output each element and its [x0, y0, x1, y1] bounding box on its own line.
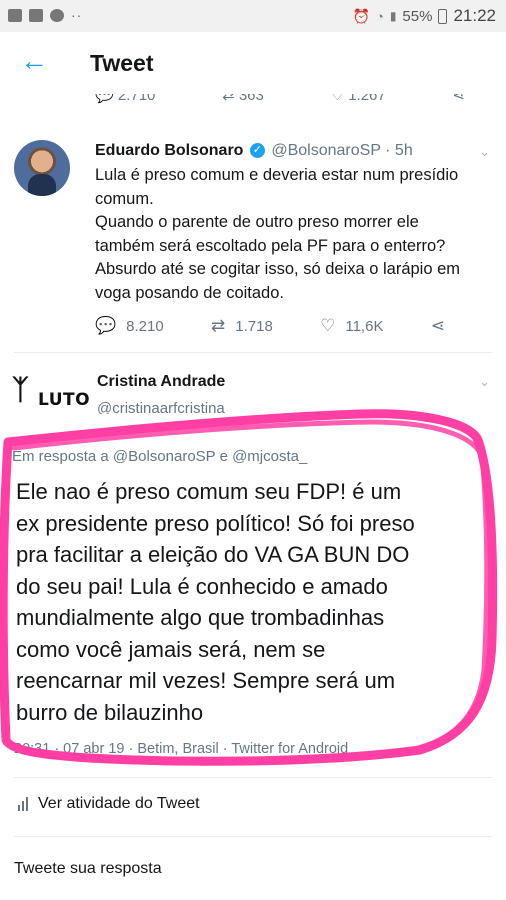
divider: [14, 352, 492, 353]
whatsapp-icon: [50, 8, 64, 22]
tweet-text-line: Ele nao é preso comum seu FDP! é um: [16, 479, 402, 504]
previous-share-icon[interactable]: ⋖: [452, 94, 465, 108]
retweet-button[interactable]: ⇄ 1.718: [211, 316, 273, 336]
status-system-icons: ⏰ ◔ ▮ 55% 21:22: [353, 6, 496, 26]
heart-icon: ♡: [320, 316, 336, 335]
author-name[interactable]: Cristina Andrade: [97, 373, 225, 391]
previous-like-count-value: 1.267: [348, 94, 386, 104]
battery-percent: 55%: [402, 7, 433, 25]
tweet-text-line: mundialmente algo que trombadinhas: [16, 605, 385, 630]
previous-tweet-actions: 💬 2.710 ⇄ 363 ♡ 1.267 ⋖: [95, 94, 465, 108]
tweet-text-line: Quando o parente de outro preso morrer e…: [95, 213, 419, 231]
alarm-icon: ⏰: [352, 7, 370, 24]
app-header: ← Tweet: [0, 32, 506, 96]
previous-like-count[interactable]: ♡ 1.267: [331, 94, 386, 108]
status-bar: ·· ⏰ ◔ ▮ 55% 21:22: [0, 0, 506, 32]
reply-context: Em resposta a @BolsonaroSP e @mjcosta_: [12, 448, 307, 465]
tweet-meta: 20:31 · 07 abr 19 · Betim, Brasil · Twit…: [14, 741, 349, 757]
reply-button[interactable]: 💬 8.210: [95, 316, 164, 336]
reply-mentions[interactable]: @BolsonaroSP e @mjcosta_: [113, 448, 307, 465]
status-notification-icons: ··: [8, 7, 82, 23]
reply-count: 8.210: [126, 317, 164, 335]
tweet-header: Eduardo Bolsonaro ✓ @BolsonaroSP · 5h: [95, 142, 413, 160]
tweet-text-line: reencarnar mil vezes! Sempre será um: [16, 668, 396, 693]
wifi-icon: ◔: [375, 8, 384, 24]
view-activity-button[interactable]: Ver atividade do Tweet: [18, 795, 200, 813]
more-notifications-icon: ··: [71, 7, 83, 23]
author-handle-time: @BolsonaroSP · 5h: [271, 142, 413, 159]
avatar[interactable]: ᛉ LUTO: [10, 368, 90, 432]
tweet-text-line: comum.: [95, 189, 154, 208]
tweet-text-line: também será escoltado pela PF para o ent…: [95, 236, 446, 255]
tweet-text-line: burro de bilauzinho: [16, 699, 204, 725]
tweet-text-line: pra facilitar a eleição do VA GA BUN DO: [16, 542, 410, 567]
tweet-text: Lula é preso comum e deveria estar num p…: [95, 164, 495, 305]
tweet-text-line: Absurdo até se cogitar isso, só deixa o …: [95, 260, 461, 278]
tweet-text-line: como você jamais será, nem se: [16, 636, 326, 662]
previous-reply-count-value: 2.710: [117, 94, 156, 104]
like-count: 11,6K: [345, 317, 384, 335]
reply-tweet[interactable]: ᛉ LUTO Cristina Andrade @cristinaarfcris…: [0, 360, 506, 780]
reply-compose-field[interactable]: Tweete sua resposta: [14, 860, 162, 878]
previous-reply-count[interactable]: 💬 2.710: [95, 94, 155, 108]
battery-icon: [438, 8, 448, 24]
previous-retweet-count-value: 363: [238, 94, 264, 104]
clock: 21:22: [453, 6, 496, 25]
like-button[interactable]: ♡ 11,6K: [320, 316, 383, 336]
author-handle: @cristinaarfcristina: [97, 400, 225, 414]
luto-badge-text: LUTO: [38, 390, 91, 410]
notification-app-icon: [8, 8, 22, 22]
divider: [14, 836, 492, 837]
tweet-text-line: ex presidente preso político! Só foi pre…: [16, 510, 415, 536]
signal-icon: ▮: [389, 9, 397, 23]
tweet-text-line: voga posando de coitado.: [95, 283, 284, 302]
share-button[interactable]: ⋖: [431, 316, 445, 336]
share-icon: ⋖: [430, 316, 445, 335]
main-tweet[interactable]: Eduardo Bolsonaro ✓ @BolsonaroSP · 5h ⌄ …: [0, 128, 506, 348]
page-title: Tweet: [90, 50, 154, 76]
reply-prefix: Em resposta a: [12, 448, 109, 465]
tweet-text-line: do seu pai! Lula é conhecido e amado: [16, 573, 388, 599]
analytics-icon: [18, 797, 30, 811]
retweet-count: 1.718: [235, 317, 273, 335]
chevron-down-icon[interactable]: ⌄: [479, 374, 490, 390]
previous-retweet-count[interactable]: ⇄ 363: [222, 94, 264, 108]
verified-badge-icon: ✓: [249, 143, 265, 159]
tweet-text-line: Lula é preso comum e deveria estar num p…: [95, 166, 459, 184]
gallery-icon: [29, 8, 43, 22]
view-activity-label: Ver atividade do Tweet: [38, 795, 200, 812]
tweet-text: Ele nao é preso comum seu FDP! é um ex p…: [16, 476, 481, 728]
chevron-down-icon[interactable]: ⌄: [479, 144, 490, 160]
mourning-ribbon-icon: ᛉ: [12, 374, 29, 405]
divider: [14, 777, 492, 778]
author-name[interactable]: Eduardo Bolsonaro: [95, 142, 243, 159]
tweet-actions: 💬 8.210 ⇄ 1.718 ♡ 11,6K ⋖: [95, 316, 445, 336]
avatar[interactable]: [14, 140, 70, 196]
back-arrow-icon[interactable]: ←: [20, 46, 50, 76]
retweet-icon: ⇄: [211, 316, 226, 335]
reply-icon: 💬: [95, 316, 117, 335]
